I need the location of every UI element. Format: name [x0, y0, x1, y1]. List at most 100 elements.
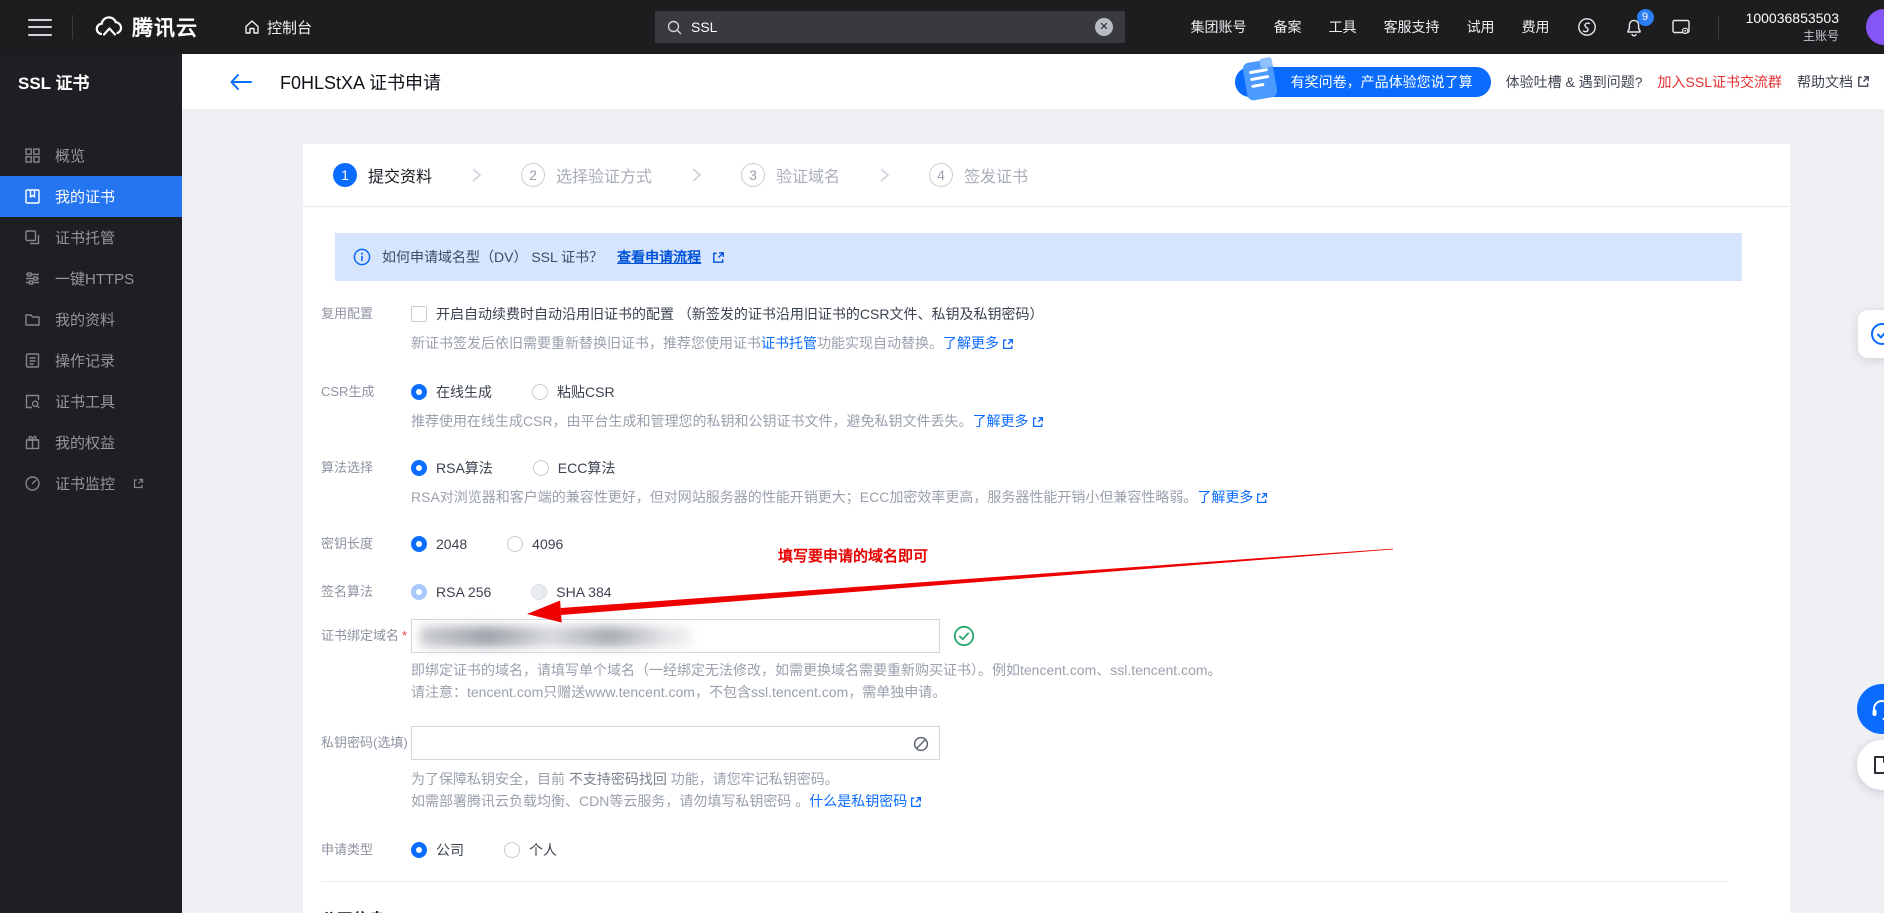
- topbar-item-trial[interactable]: 试用: [1467, 17, 1495, 37]
- sidebar-item-my-certificates[interactable]: 我的证书: [0, 176, 182, 217]
- external-link-icon: [1002, 338, 1014, 350]
- topbar-divider: [72, 15, 73, 39]
- survey-doc-icon: [1237, 56, 1282, 104]
- step-label: 选择验证方式: [556, 169, 653, 186]
- join-group-link[interactable]: 加入SSL证书交流群: [1658, 72, 1782, 92]
- cert-hosting-link[interactable]: 证书托管: [761, 335, 817, 351]
- console-link[interactable]: 控制台: [244, 17, 312, 38]
- sidebar-item-cert-tools[interactable]: 证书工具: [0, 381, 182, 422]
- algo-ecc-radio[interactable]: [532, 460, 549, 476]
- radio-label: 个人: [529, 842, 557, 858]
- chevron-right-icon: [472, 168, 482, 182]
- learn-more-link[interactable]: 了解更多: [1197, 489, 1253, 505]
- section-divider: [321, 881, 1728, 882]
- account-info[interactable]: 100036853503 主账号: [1746, 9, 1839, 45]
- form-row-algorithm: 算法选择 RSA算法 ECC算法 RSA对浏览器和客户端的兼容性更好，但对网站服…: [321, 457, 1790, 507]
- step-number: 3: [741, 163, 766, 187]
- step-number: 2: [521, 163, 546, 187]
- feedback-text: 体验吐槽 & 遇到问题?: [1505, 73, 1643, 90]
- topbar-item-billing[interactable]: 费用: [1522, 17, 1550, 37]
- sidebar-item-label: 我的权益: [55, 435, 116, 452]
- field-label: 密钥长度: [321, 536, 374, 551]
- valid-check-icon: [953, 625, 975, 647]
- sidebar-item-one-click-https[interactable]: 一键HTTPS: [0, 258, 182, 299]
- sidebar-item-label: 证书托管: [55, 230, 116, 247]
- sidebar-item-label: 证书工具: [55, 394, 116, 411]
- sidebar-item-label: 操作记录: [55, 353, 116, 370]
- private-key-password-input[interactable]: [412, 727, 939, 759]
- reuse-checkbox-label: 开启自动续费时自动沿用旧证书的配置 （新签发的证书沿用旧证书的CSR文件、私钥及…: [436, 306, 1044, 322]
- learn-more-link[interactable]: 了解更多: [973, 413, 1029, 429]
- step-label: 签发证书: [964, 169, 1029, 186]
- type-personal-radio[interactable]: [504, 842, 520, 858]
- sidebar-item-label: 我的资料: [55, 312, 116, 329]
- topbar-item-support[interactable]: 客服支持: [1384, 17, 1440, 37]
- headset-icon: [1872, 700, 1884, 720]
- external-link-icon: [910, 796, 922, 808]
- form-row-bind-domain: 证书绑定域名 * 即绑定证书的域名，请填写单个域名（一经绑定无法修改，如需更换域…: [321, 619, 1790, 702]
- radio-label: 在线生成: [436, 384, 492, 400]
- topbar-item-icp[interactable]: 备案: [1274, 17, 1302, 37]
- global-search-box[interactable]: ✕: [655, 11, 1125, 43]
- topbar-item-tools[interactable]: 工具: [1329, 17, 1357, 37]
- sidebar-item-cert-monitor[interactable]: 证书监控: [0, 463, 182, 504]
- search-clear-icon[interactable]: ✕: [1095, 18, 1113, 36]
- algo-rsa-radio[interactable]: [411, 460, 427, 476]
- view-process-link[interactable]: 查看申请流程: [617, 247, 701, 267]
- learn-more-link[interactable]: 了解更多: [943, 335, 999, 351]
- floating-survey-button[interactable]: [1858, 310, 1884, 358]
- pwd-helper-2: 如需部署腾讯云负载均衡、CDN等云服务，请勿填写私钥密码 。什么是私钥密码: [411, 792, 1790, 811]
- sidebar-item-my-profile[interactable]: 我的资料: [0, 299, 182, 340]
- notification-bell-icon[interactable]: 9: [1624, 8, 1654, 38]
- field-label: 私钥密码(选填): [321, 735, 408, 750]
- external-link-icon: [712, 251, 725, 264]
- keylen-2048-radio[interactable]: [411, 536, 427, 552]
- type-company-radio[interactable]: [411, 842, 427, 858]
- account-id: 100036853503: [1745, 9, 1839, 26]
- radio-label: 2048: [436, 536, 468, 552]
- sidebar-item-cert-hosting[interactable]: 证书托管: [0, 217, 182, 258]
- sidebar-item-overview[interactable]: 概览: [0, 135, 182, 176]
- field-label: 证书绑定域名 *: [321, 628, 408, 643]
- top-nav-bar: 腾讯云 控制台 ✕ 集团账号 备案 工具 客服支持 试用 费用: [0, 0, 1884, 54]
- stepper: 1 提交资料 2 选择验证方式 3 验证域名 4 签发证书: [303, 144, 1790, 207]
- reuse-helper-text: 新证书签发后依旧需要重新替换旧证书，推荐您使用证书证书托管功能实现自动替换。了解…: [411, 334, 1790, 353]
- doc-float-icon: [1874, 756, 1884, 774]
- field-label: CSR生成: [321, 384, 375, 399]
- tencent-cloud-logo[interactable]: 腾讯云: [93, 12, 198, 42]
- reuse-config-checkbox[interactable]: [411, 306, 427, 322]
- radio-label: 公司: [436, 842, 464, 858]
- step-label: 提交资料: [368, 169, 433, 186]
- eye-slash-icon[interactable]: [912, 735, 930, 753]
- avatar[interactable]: [1866, 9, 1884, 45]
- logo-text: 腾讯云: [132, 17, 198, 40]
- sig-rsa256-radio[interactable]: [411, 584, 427, 600]
- sidebar-item-operation-log[interactable]: 操作记录: [0, 340, 182, 381]
- keylen-4096-radio[interactable]: [507, 536, 524, 552]
- field-label: 申请类型: [321, 842, 374, 857]
- help-doc-link[interactable]: 帮助文档: [1797, 72, 1870, 92]
- search-input[interactable]: [691, 19, 1086, 35]
- hamburger-menu-icon[interactable]: [28, 18, 52, 36]
- console-settings-icon[interactable]: [1671, 17, 1691, 37]
- sig-sha384-radio[interactable]: [531, 584, 548, 600]
- what-is-key-password-link[interactable]: 什么是私钥密码: [809, 793, 907, 809]
- survey-float-icon: [1871, 323, 1884, 345]
- csr-online-radio[interactable]: [411, 384, 427, 400]
- sidebar-item-my-benefits[interactable]: 我的权益: [0, 422, 182, 463]
- external-link-icon: [1857, 75, 1870, 88]
- sidebar-item-label: 我的证书: [55, 189, 116, 206]
- domain-helper-1: 即绑定证书的域名，请填写单个域名（一经绑定无法修改，如需更换域名需要重新购买证书…: [411, 662, 1222, 678]
- csr-paste-radio[interactable]: [532, 384, 548, 400]
- red-annotation-text: 填写要申请的域名即可: [778, 548, 929, 565]
- redacted-domain-value: [420, 626, 692, 647]
- topbar-item-group-account[interactable]: 集团账号: [1191, 17, 1247, 37]
- survey-button[interactable]: 有奖问卷，产品体验您说了算: [1234, 56, 1491, 100]
- algo-helper-text: RSA对浏览器和客户端的兼容性更好，但对网站服务器的性能开销更大；ECC加密效率…: [411, 488, 1790, 507]
- hosting-icon: [24, 229, 41, 246]
- company-info-section-title: 公司信息: [321, 906, 1790, 913]
- sidebar-list: 概览 我的证书 证书托管 一键HTTPS 我的资料 操作记录 证书工具 我的权益…: [0, 109, 182, 504]
- step-label: 验证域名: [776, 169, 841, 186]
- back-arrow-icon[interactable]: [230, 73, 252, 90]
- currency-icon[interactable]: [1577, 17, 1597, 37]
